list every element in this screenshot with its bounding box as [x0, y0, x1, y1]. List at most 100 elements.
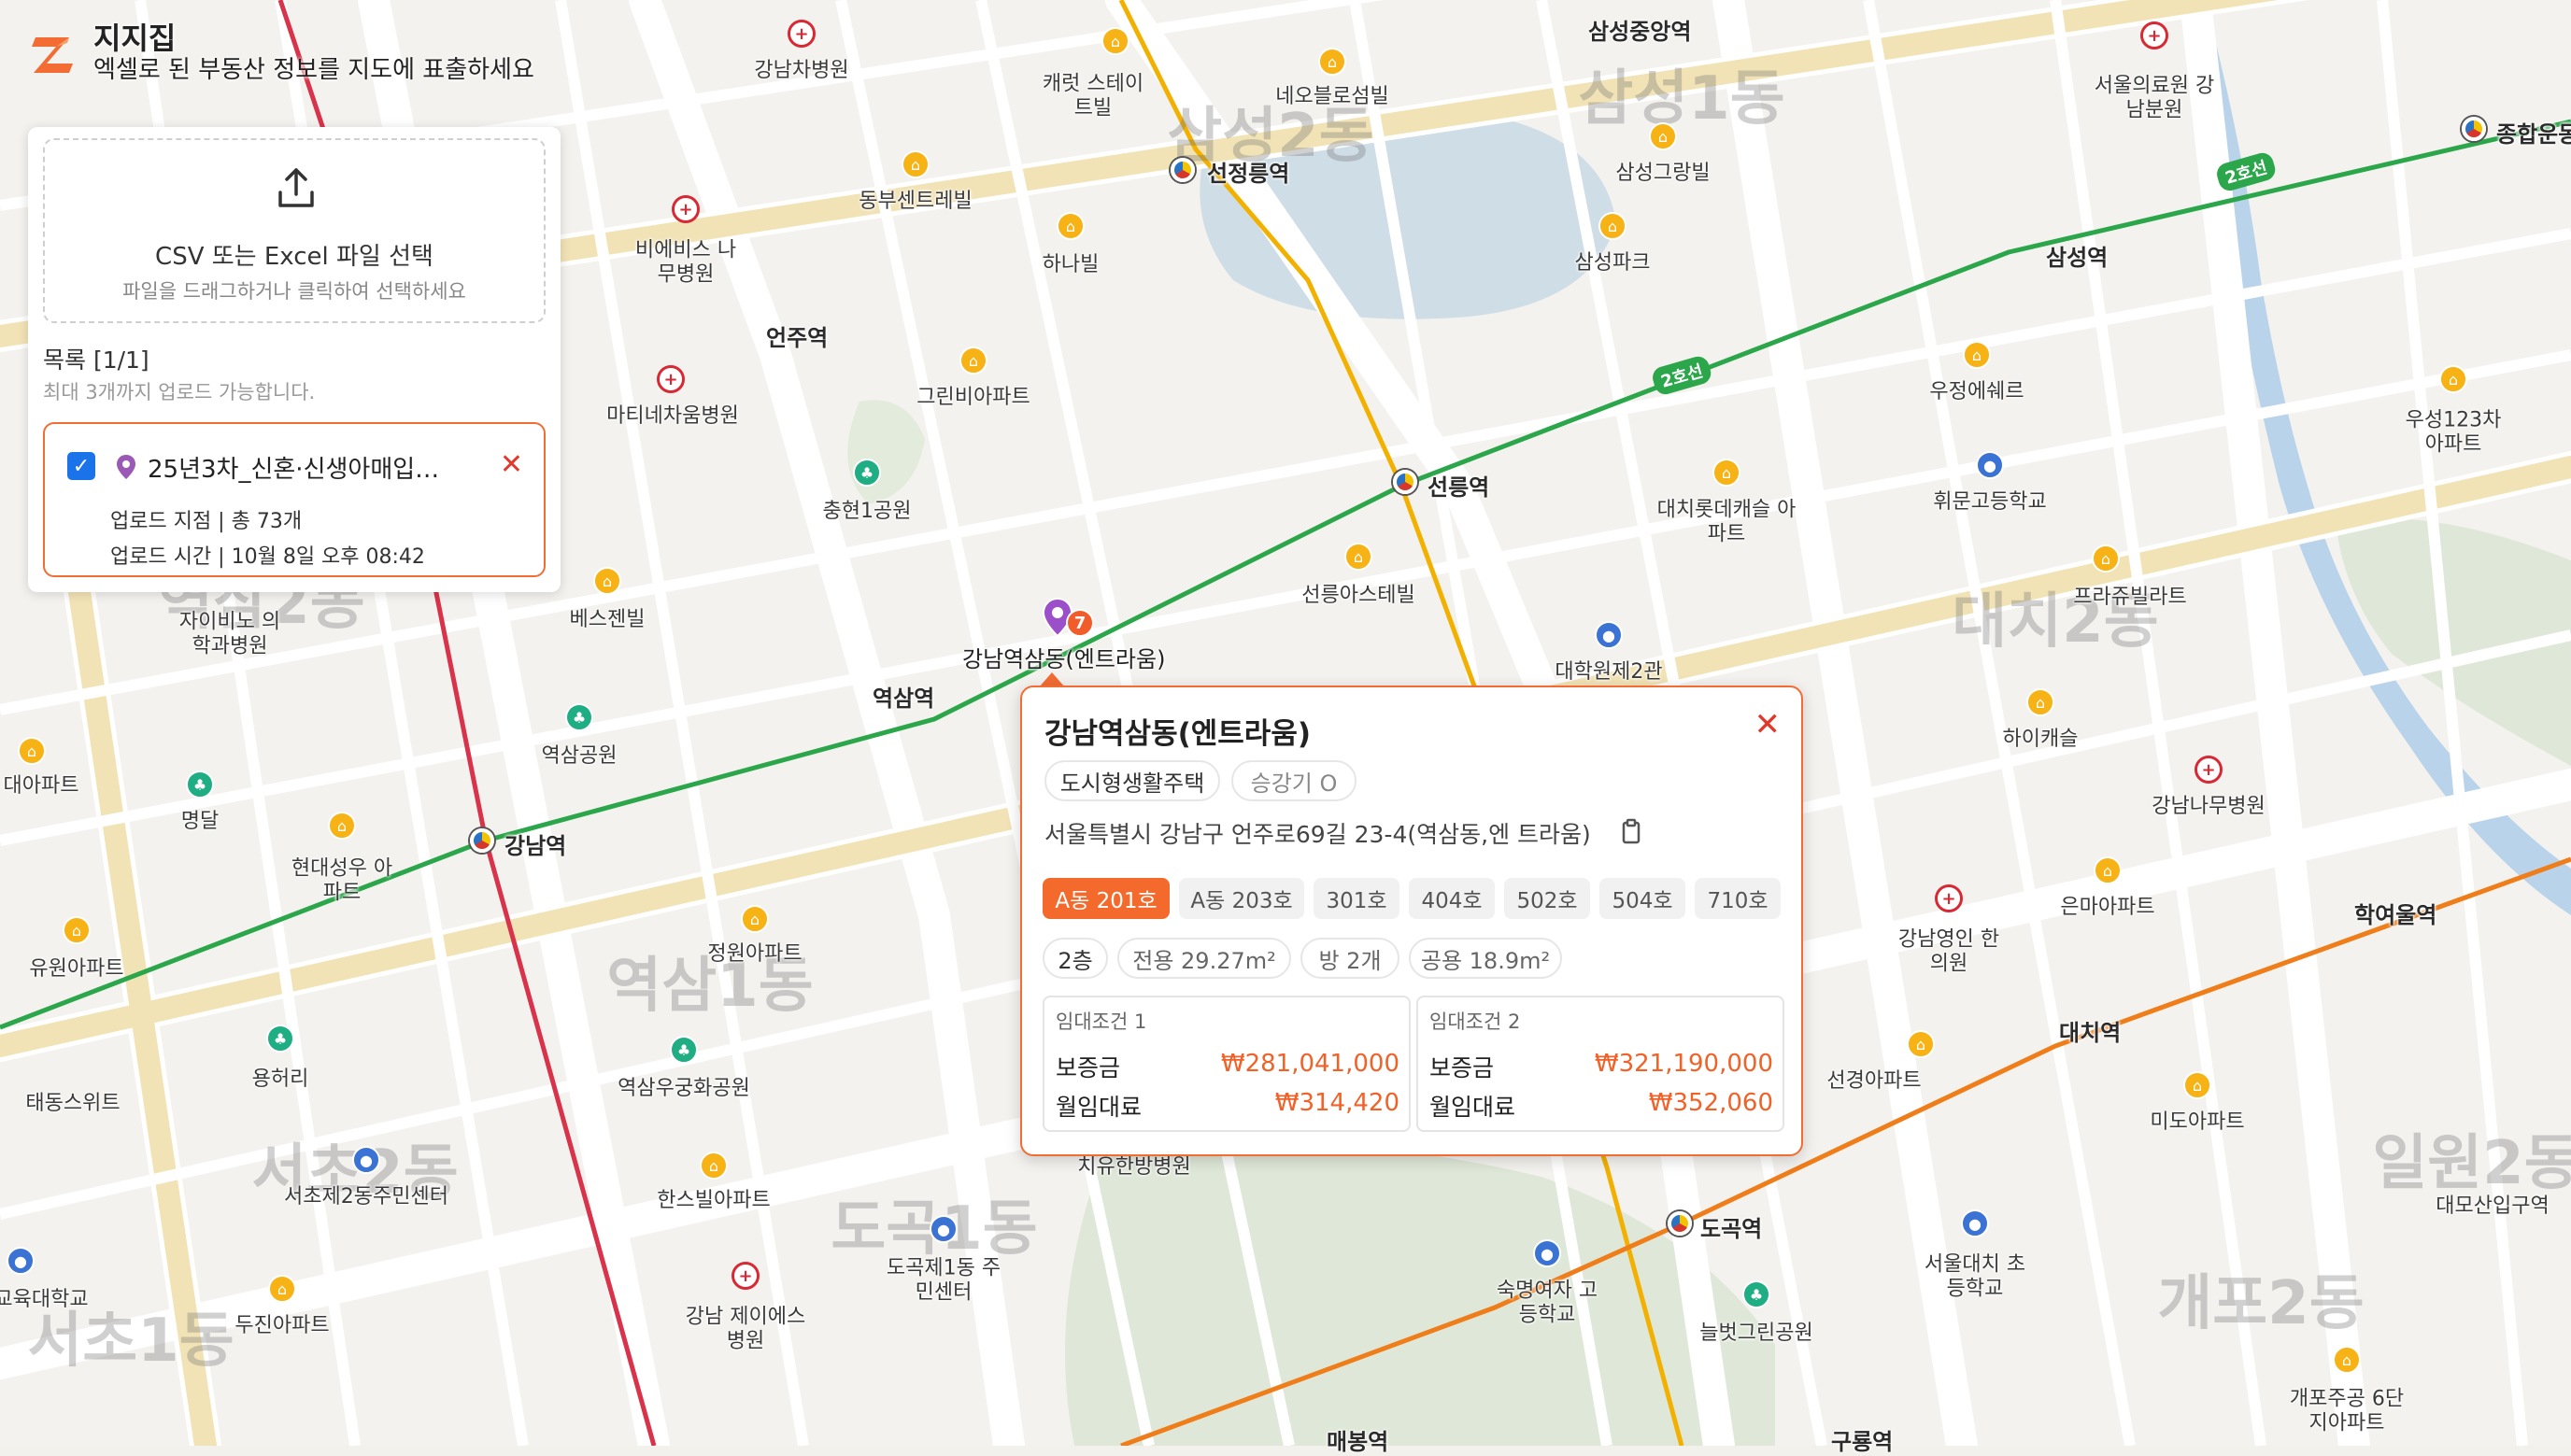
poi-label[interactable]: 정원아파트: [707, 942, 802, 967]
station-label[interactable]: 학여울역: [2354, 897, 2436, 929]
poi-label[interactable]: 두진아파트: [234, 1314, 329, 1338]
school-icon[interactable]: ●: [7, 1247, 35, 1275]
file-dropzone[interactable]: CSV 또는 Excel 파일 선택 파일을 드래그하거나 클릭하여 선택하세요: [43, 138, 546, 323]
poi-label[interactable]: 서울대치 초등학교: [1924, 1253, 2026, 1303]
poi-label[interactable]: 한스빌아파트: [657, 1189, 770, 1213]
apartment-icon[interactable]: ⌂: [959, 346, 987, 375]
school-icon[interactable]: ●: [1961, 1209, 1989, 1237]
station-label[interactable]: 역삼역: [873, 680, 934, 713]
apartment-icon[interactable]: ⌂: [741, 905, 769, 933]
poi-label[interactable]: 충현1공원: [823, 500, 912, 524]
apartment-icon[interactable]: ⌂: [700, 1152, 728, 1180]
poi-label[interactable]: 은마아파트: [2060, 896, 2154, 920]
marker-label[interactable]: 강남역삼동(엔트라움): [962, 641, 1165, 673]
apartment-icon[interactable]: ⌂: [18, 737, 46, 765]
school-icon[interactable]: ●: [930, 1215, 958, 1243]
poi-label[interactable]: 삼성파크: [1575, 251, 1651, 276]
station-label[interactable]: 대치역: [2059, 1014, 2121, 1047]
apartment-icon[interactable]: ⌂: [1057, 212, 1085, 240]
station-label[interactable]: 강남역: [504, 827, 566, 860]
unit-tab-502[interactable]: 502호: [1504, 878, 1590, 919]
school-icon[interactable]: ●: [1595, 621, 1623, 649]
park-icon[interactable]: ♣: [266, 1025, 294, 1053]
school-icon[interactable]: ●: [1976, 451, 2004, 479]
station-marker-icon[interactable]: [1393, 470, 1417, 494]
poi-label[interactable]: 현대성우 아파트: [291, 857, 393, 907]
unit-tab-404[interactable]: 404호: [1409, 878, 1495, 919]
unit-tab-a201[interactable]: A동 201호: [1043, 878, 1170, 919]
poi-label[interactable]: 동부센트레빌: [859, 190, 972, 214]
station-marker-icon[interactable]: [2462, 117, 2486, 141]
apartment-icon[interactable]: ⌂: [2183, 1071, 2211, 1099]
station-marker-icon[interactable]: [470, 828, 494, 853]
poi-label[interactable]: 숙명여자 고등학교: [1496, 1279, 1598, 1329]
file-list-item[interactable]: ✓ 25년3차_신혼·신생아매입… ✕ 업로드 지점 | 총 73개 업로드 시…: [43, 422, 546, 577]
apartment-icon[interactable]: ⌂: [1344, 543, 1372, 571]
station-label[interactable]: 종합운동장: [2496, 116, 2571, 148]
apartment-icon[interactable]: ⌂: [2439, 365, 2467, 393]
poi-label[interactable]: 서울의료원 강남분원: [2089, 75, 2220, 124]
apartment-icon[interactable]: ⌂: [593, 567, 621, 595]
apartment-icon[interactable]: ⌂: [1318, 48, 1346, 76]
poi-label[interactable]: 늘벗그린공원: [1699, 1322, 1812, 1346]
file-visibility-checkbox[interactable]: ✓: [67, 452, 95, 480]
poi-label[interactable]: 강남나무병원: [2152, 795, 2265, 819]
poi-label[interactable]: 선릉아스테빌: [1301, 584, 1414, 608]
poi-label[interactable]: 명달: [181, 810, 219, 834]
apartment-icon[interactable]: ⌂: [1649, 122, 1677, 150]
park-icon[interactable]: ♣: [1742, 1280, 1770, 1308]
poi-label[interactable]: 대모산입구역: [2436, 1194, 2549, 1219]
poi-label[interactable]: 우정에쉐르: [1929, 380, 2024, 404]
poi-label[interactable]: 서초제2동주민센터: [284, 1185, 448, 1209]
station-label[interactable]: 언주역: [766, 319, 828, 352]
poi-label[interactable]: 강남영인 한의원: [1897, 928, 2000, 978]
station-label[interactable]: 삼성역: [2046, 239, 2108, 272]
poi-label[interactable]: 네오블로섬빌: [1275, 85, 1388, 109]
poi-label[interactable]: 삼성그랑빌: [1615, 162, 1710, 186]
hospital-icon[interactable]: +: [732, 1262, 760, 1290]
poi-label[interactable]: 그린비아파트: [916, 386, 1030, 410]
popup-close-icon[interactable]: ✕: [1754, 706, 1782, 743]
poi-label[interactable]: 하이캐슬: [2003, 728, 2079, 752]
hospital-icon[interactable]: +: [2195, 756, 2223, 784]
apartment-icon[interactable]: ⌂: [902, 150, 930, 178]
station-marker-icon[interactable]: [1171, 158, 1195, 182]
station-label[interactable]: 구룡역: [1831, 1423, 1893, 1456]
poi-label[interactable]: 강남 제이에스병원: [680, 1306, 811, 1355]
park-icon[interactable]: ♣: [565, 703, 593, 731]
poi-label[interactable]: 용허리: [252, 1067, 309, 1092]
unit-tab-710[interactable]: 710호: [1695, 878, 1781, 919]
poi-label[interactable]: 역삼공원: [542, 744, 618, 769]
poi-label[interactable]: 프라쥬빌라트: [2073, 586, 2186, 610]
apartment-icon[interactable]: ⌂: [2092, 544, 2120, 573]
copy-clipboard-icon[interactable]: [1622, 818, 1641, 844]
apartment-icon[interactable]: ⌂: [63, 916, 91, 944]
unit-tab-301[interactable]: 301호: [1314, 878, 1399, 919]
poi-label[interactable]: 선경아파트: [1826, 1069, 1921, 1094]
station-label[interactable]: 선릉역: [1428, 469, 1489, 502]
poi-label[interactable]: 자이비노 의학과병원: [174, 611, 286, 660]
apartment-icon[interactable]: ⌂: [328, 812, 356, 840]
hospital-icon[interactable]: +: [1935, 884, 1963, 912]
poi-label[interactable]: 우성123차 아파트: [2397, 409, 2509, 459]
park-icon[interactable]: ♣: [670, 1036, 698, 1064]
poi-label[interactable]: 휘문고등학교: [1933, 490, 2046, 515]
poi-label[interactable]: 유원아파트: [29, 957, 123, 982]
apartment-icon[interactable]: ⌂: [1598, 212, 1626, 240]
poi-label[interactable]: 하나빌: [1043, 253, 1100, 277]
hospital-icon[interactable]: +: [788, 20, 816, 48]
poi-label[interactable]: 태동스위트: [25, 1092, 120, 1116]
station-label[interactable]: 선정릉역: [1207, 155, 1289, 188]
apartment-icon[interactable]: ⌂: [268, 1275, 296, 1303]
apartment-icon[interactable]: ⌂: [2094, 856, 2122, 884]
apartment-icon[interactable]: ⌂: [2026, 688, 2054, 716]
station-label[interactable]: 삼성중앙역: [1588, 13, 1691, 46]
park-icon[interactable]: ♣: [186, 770, 214, 799]
unit-tab-504[interactable]: 504호: [1599, 878, 1685, 919]
remove-file-close-icon[interactable]: ✕: [500, 448, 523, 481]
hospital-icon[interactable]: +: [657, 365, 685, 393]
station-marker-icon[interactable]: [1668, 1211, 1692, 1236]
apartment-icon[interactable]: ⌂: [1712, 459, 1740, 487]
station-label[interactable]: 매봉역: [1327, 1423, 1388, 1456]
poi-label[interactable]: 도곡제1동 주민센터: [883, 1257, 1004, 1307]
